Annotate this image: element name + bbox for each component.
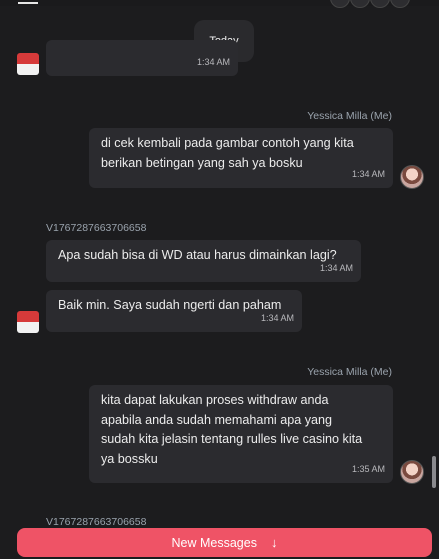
sender-name: Yessica Milla (Me)	[307, 366, 392, 378]
message-text: Apa sudah bisa di WD atau harus dimainka…	[58, 248, 337, 262]
menu-icon[interactable]	[18, 0, 38, 4]
message-time: 1:34 AM	[351, 168, 385, 179]
message-bubble-outgoing: kita dapat lakukan proses withdraw anda …	[89, 385, 393, 483]
message-time: 1:35 AM	[351, 463, 385, 474]
message-bubble-incoming: Baik min. Saya sudah ngerti dan paham 1:…	[46, 290, 302, 332]
indonesia-flag-avatar	[17, 53, 39, 75]
sender-name: Yessica Milla (Me)	[307, 110, 392, 122]
message-line: ya bossku	[101, 451, 158, 466]
arrow-down-icon: ↓	[270, 535, 278, 550]
top-bar	[0, 0, 439, 8]
header-action-icon[interactable]	[390, 0, 410, 8]
message-line: di cek kembali pada gambar contoh yang k…	[101, 136, 354, 150]
message-time: 1:34 AM	[319, 262, 353, 273]
message-time: 1:34 AM	[196, 56, 230, 67]
user-avatar	[400, 165, 424, 189]
header-action-icon[interactable]	[350, 0, 370, 8]
header-action-icon[interactable]	[370, 0, 390, 8]
message-line: apabila anda sudah memahami apa yang	[101, 412, 333, 427]
sender-id: V1767287663706658	[46, 222, 147, 234]
user-avatar	[400, 460, 424, 484]
message-bubble-outgoing: di cek kembali pada gambar contoh yang k…	[89, 128, 393, 188]
message-bubble-incoming: Apa sudah bisa di WD atau harus dimainka…	[46, 240, 361, 282]
message-line: sudah kita jelasin tentang rulles live c…	[101, 432, 363, 446]
message-time: 1:34 AM	[260, 312, 294, 323]
scrollbar-thumb[interactable]	[432, 456, 436, 488]
header-action-icon[interactable]	[330, 0, 350, 8]
message-line: berikan betingan yang sah ya bosku	[101, 155, 303, 170]
indonesia-flag-avatar	[17, 311, 39, 333]
message-bubble-incoming: 1:34 AM	[46, 40, 238, 76]
scrollbar-track[interactable]	[431, 10, 437, 530]
new-messages-button[interactable]: New Messages ↓	[17, 528, 432, 557]
new-messages-label: New Messages	[171, 535, 257, 550]
message-line: kita dapat lakukan proses withdraw anda	[101, 393, 329, 407]
sender-id: V1767287663706658	[46, 516, 147, 528]
